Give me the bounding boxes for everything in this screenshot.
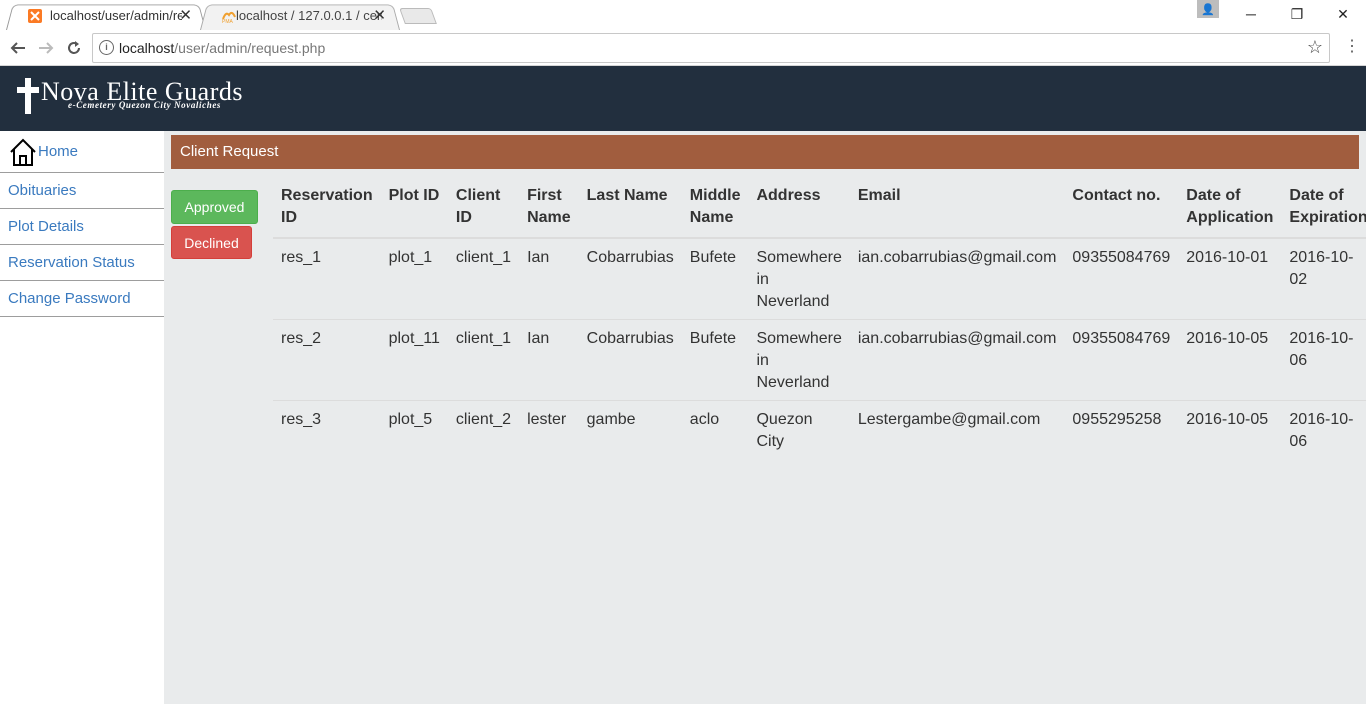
address-bar[interactable]: i localhost/user/admin/request.php ☆ bbox=[92, 33, 1330, 63]
table-cell: Cobarrubias bbox=[578, 319, 682, 401]
table-cell: Ian bbox=[519, 237, 579, 320]
table-cell: res_1 bbox=[273, 237, 381, 320]
column-header: First Name bbox=[519, 177, 579, 239]
table-cell: plot_11 bbox=[380, 319, 448, 401]
site-tagline: e-Cemetery Quezon City Novaliches bbox=[68, 100, 222, 110]
sidebar: Home Obituaries Plot Details Reservation… bbox=[0, 131, 164, 704]
browser-menu-icon[interactable]: ⋮ bbox=[1344, 36, 1360, 56]
table-row[interactable]: res_2 plot_11 client_1 Ian Cobarrubias B… bbox=[273, 319, 1366, 401]
table-cell: client_2 bbox=[447, 400, 520, 459]
column-header: Client ID bbox=[447, 177, 520, 239]
main-content: Client Request Approved Declined Reserva… bbox=[164, 131, 1366, 704]
table-cell: 0955295258 bbox=[1064, 400, 1179, 459]
table-cell: lester bbox=[519, 400, 579, 459]
table-cell: 2016-10-05 bbox=[1178, 319, 1282, 401]
table-row[interactable]: res_1 plot_1 client_1 Ian Cobarrubias Bu… bbox=[273, 237, 1366, 320]
table-cell: plot_1 bbox=[380, 237, 448, 320]
back-arrow-icon[interactable] bbox=[6, 36, 30, 60]
bookmark-star-icon[interactable]: ☆ bbox=[1307, 37, 1323, 58]
table-cell: Cobarrubias bbox=[578, 237, 682, 320]
table-cell: 2016-10-06 bbox=[1281, 319, 1366, 401]
minimize-icon[interactable]: ─ bbox=[1228, 0, 1274, 28]
svg-text:PMA: PMA bbox=[222, 19, 234, 23]
table-cell: gambe bbox=[578, 400, 682, 459]
sidebar-item-label: Home bbox=[38, 143, 79, 160]
xampp-icon bbox=[28, 9, 42, 23]
table-cell: 2016-10-01 bbox=[1178, 237, 1282, 320]
cross-logo-icon bbox=[17, 78, 39, 114]
new-tab-button[interactable] bbox=[399, 8, 437, 24]
table-cell: ian.cobarrubias@gmail.com bbox=[849, 237, 1065, 320]
column-header: Date of Application bbox=[1178, 177, 1282, 239]
table-cell: res_3 bbox=[273, 400, 381, 459]
info-icon[interactable]: i bbox=[99, 40, 114, 55]
reload-icon[interactable] bbox=[62, 36, 86, 60]
sidebar-item-plot-details[interactable]: Plot Details bbox=[0, 209, 164, 245]
column-header: Email bbox=[849, 177, 1065, 239]
table-cell: 09355084769 bbox=[1064, 319, 1179, 401]
maximize-icon[interactable]: ❐ bbox=[1274, 0, 1320, 28]
sidebar-item-reservation-status[interactable]: Reservation Status bbox=[0, 245, 164, 281]
column-header: Reservation ID bbox=[273, 177, 381, 239]
table-cell: Somewhere in Neverland bbox=[748, 319, 850, 401]
table-cell: Quezon City bbox=[748, 400, 850, 459]
column-header: Middle Name bbox=[681, 177, 749, 239]
table-header-row: Reservation ID Plot ID Client ID First N… bbox=[273, 177, 1366, 239]
address-url: localhost/user/admin/request.php bbox=[119, 40, 326, 56]
tab-title: localhost / 127.0.0.1 / cemetery bbox=[236, 8, 382, 23]
request-table: Reservation ID Plot ID Client ID First N… bbox=[273, 177, 1366, 459]
table-cell: Bufete bbox=[681, 237, 749, 320]
table-cell: Ian bbox=[519, 319, 579, 401]
table-cell: ian.cobarrubias@gmail.com bbox=[849, 319, 1065, 401]
sidebar-item-obituaries[interactable]: Obituaries bbox=[0, 173, 164, 209]
panel-title: Client Request bbox=[171, 135, 1359, 169]
table-cell: aclo bbox=[681, 400, 749, 459]
table-cell: 2016-10-02 bbox=[1281, 237, 1366, 320]
table-cell: res_2 bbox=[273, 319, 381, 401]
phpmyadmin-icon: PMA bbox=[222, 9, 236, 25]
table-cell: Bufete bbox=[681, 319, 749, 401]
browser-tab-request[interactable]: localhost/user/admin/request.php ✕ bbox=[6, 2, 206, 31]
table-cell: 2016-10-06 bbox=[1281, 400, 1366, 459]
approved-button[interactable]: Approved bbox=[171, 190, 258, 224]
table-cell: 2016-10-05 bbox=[1178, 400, 1282, 459]
tab-title: localhost/user/admin/request.php bbox=[50, 8, 182, 23]
sidebar-item-change-password[interactable]: Change Password bbox=[0, 281, 164, 317]
profile-avatar-icon[interactable]: 👤 bbox=[1197, 0, 1219, 18]
column-header: Contact no. bbox=[1064, 177, 1179, 239]
home-icon bbox=[10, 138, 36, 166]
table-cell: client_1 bbox=[447, 319, 520, 401]
tab-close-icon[interactable]: ✕ bbox=[373, 6, 386, 24]
column-header: Address bbox=[748, 177, 850, 239]
browser-toolbar: i localhost/user/admin/request.php ☆ ⋮ bbox=[0, 30, 1366, 66]
table-cell: plot_5 bbox=[380, 400, 448, 459]
table-row[interactable]: res_3 plot_5 client_2 lester gambe aclo … bbox=[273, 400, 1366, 459]
table-cell: client_1 bbox=[447, 237, 520, 320]
column-header: Plot ID bbox=[380, 177, 448, 239]
column-header: Date of Expiration bbox=[1281, 177, 1366, 239]
site-header: Nova Elite Guards e-Cemetery Quezon City… bbox=[0, 66, 1366, 131]
table-cell: Lestergambe@gmail.com bbox=[849, 400, 1065, 459]
close-window-icon[interactable]: ✕ bbox=[1320, 0, 1366, 28]
sidebar-item-home[interactable]: Home bbox=[0, 131, 164, 173]
tab-close-icon[interactable]: ✕ bbox=[179, 6, 192, 24]
table-cell: Somewhere in Neverland bbox=[748, 237, 850, 320]
browser-tab-phpmyadmin[interactable]: PMA localhost / 127.0.0.1 / cemetery ✕ bbox=[200, 2, 400, 31]
forward-arrow-icon[interactable] bbox=[34, 36, 58, 60]
declined-button[interactable]: Declined bbox=[171, 226, 252, 259]
table-cell: 09355084769 bbox=[1064, 237, 1179, 320]
column-header: Last Name bbox=[578, 177, 682, 239]
browser-tab-strip: localhost/user/admin/request.php ✕ PMA l… bbox=[0, 0, 1366, 31]
